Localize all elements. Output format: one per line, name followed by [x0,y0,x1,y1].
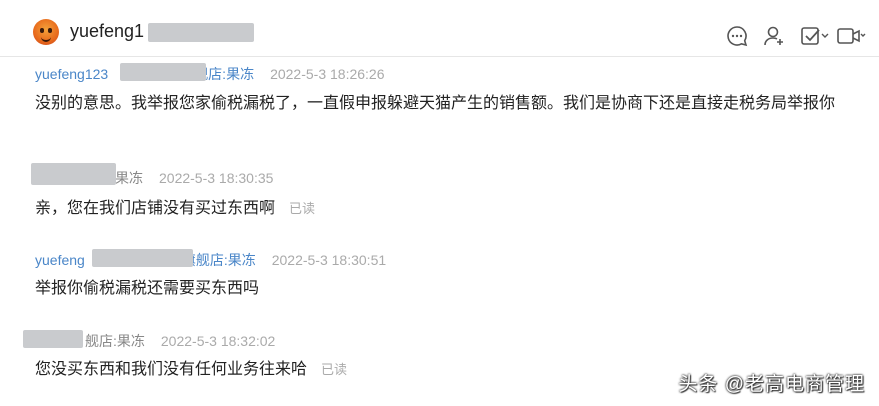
add-contact-button[interactable] [762,22,799,48]
message-sender: yuefeng [35,252,85,268]
message-time: 2022-5-3 18:32:02 [160,333,276,349]
redaction-block [23,330,83,348]
message-text: 举报你偷税漏税还需要买东西吗 [35,280,260,297]
watermark: 头条 @老高电商管理 [678,374,865,395]
checkbox-icon [801,27,829,45]
message-time: 2022-5-3 18:26:26 [270,66,385,82]
message-text: 您没买东西和我们没有任何业务往来哈 [35,361,308,378]
message-text-row: 亲，您在我们店铺没有买过东西啊 已读 [35,197,835,221]
video-call-button[interactable] [836,22,873,48]
redaction-block [31,163,116,185]
avatar-eye [40,28,44,33]
chat-header: yuefeng1 [0,0,879,57]
message-time: 2022-5-3 18:30:51 [271,252,387,268]
chat-bubble-button[interactable] [725,22,762,48]
header-toolbar [725,22,873,48]
contact-name: yuefeng1 [70,21,145,41]
message-meta: yuefeng123 舰店:果冻 2022-5-3 18:26:26 [35,64,385,84]
avatar[interactable] [33,19,59,45]
redaction-block [148,23,254,42]
message-sender-suffix: 舰店:果冻 [85,333,145,349]
read-status: 已读 [321,362,348,377]
message-sender: yuefeng123 [35,66,109,82]
avatar-eye [48,28,52,33]
message-meta: yuefeng 旗舰店:果冻 2022-5-3 18:30:51 [35,250,386,270]
read-status: 已读 [289,201,316,216]
message-text: 没别的意思。我举报您家偷税漏税了，一直假申报躲避天猫产生的销售额。我们是协商下还… [35,95,836,112]
select-messages-button[interactable] [799,22,836,48]
message-text: 亲，您在我们店铺没有买过东西啊 [35,200,276,217]
message-time: 2022-5-3 18:30:35 [159,170,274,186]
video-call-icon [837,28,866,44]
message-sender-suffix: 果冻 [115,170,143,186]
add-contact-icon [764,26,783,46]
redaction-block [120,63,206,81]
avatar-mouth [41,35,51,42]
redaction-block [92,249,193,267]
chat-bubble-icon [727,26,748,47]
